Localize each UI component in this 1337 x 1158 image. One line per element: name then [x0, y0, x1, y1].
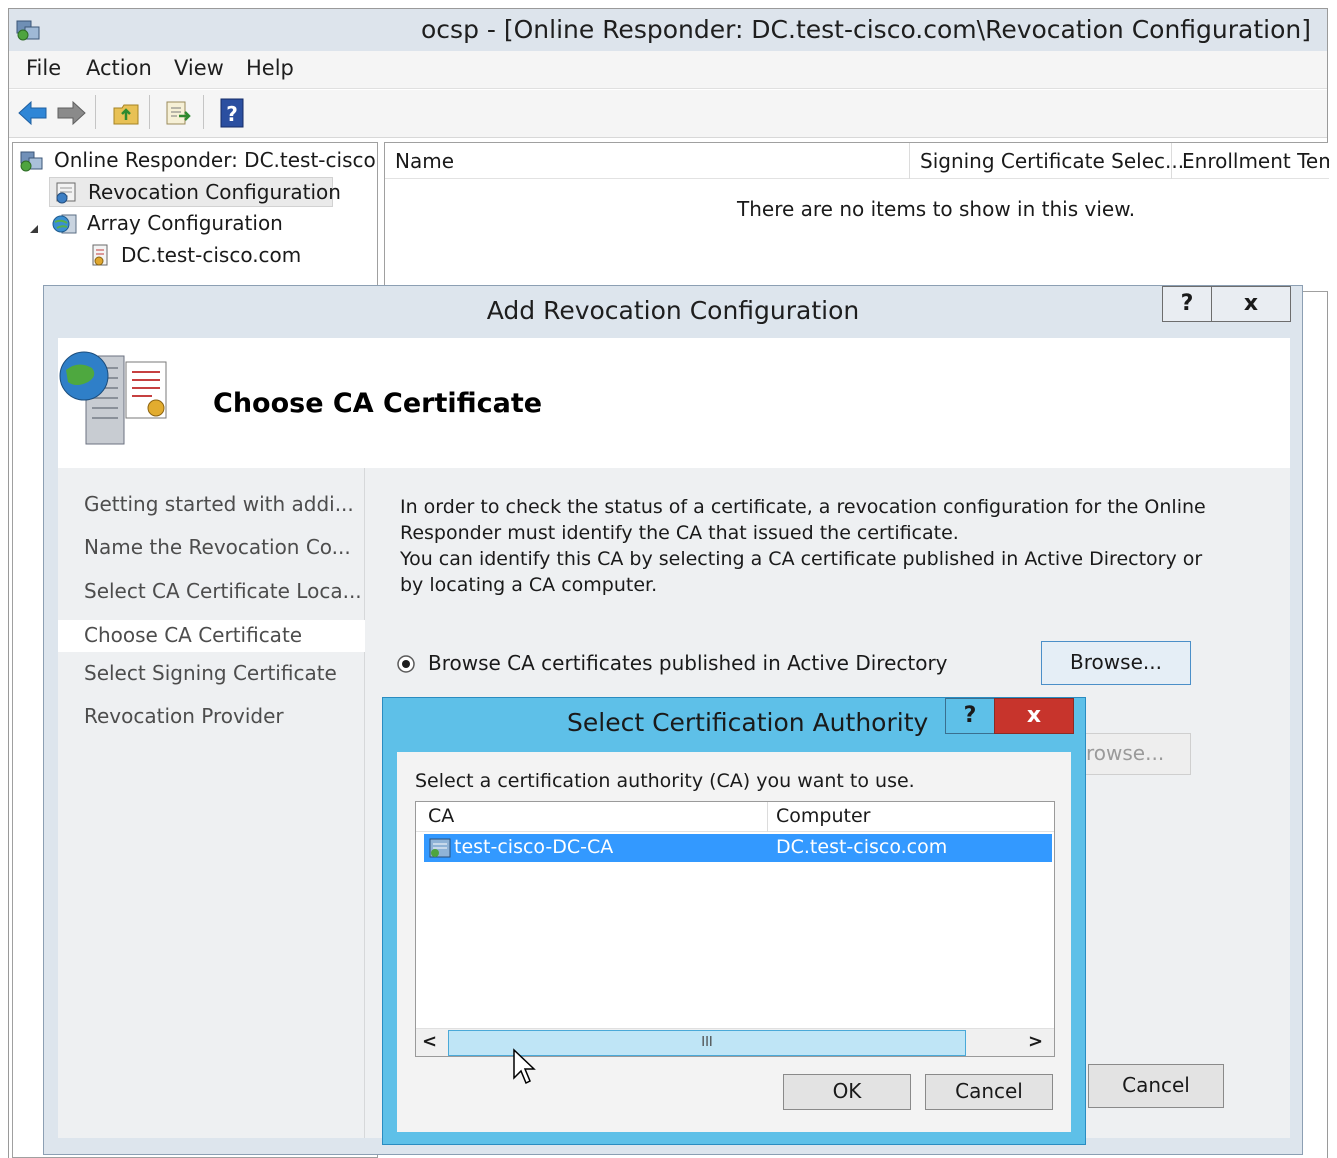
column-header-signing-certificate[interactable]: Signing Certificate Selec... [910, 143, 1184, 179]
server-cert-icon [89, 243, 113, 269]
browse-button[interactable]: Browse... [1041, 641, 1191, 685]
wizard-step-choose-ca-certificate[interactable]: Choose CA Certificate [84, 623, 302, 647]
menu-bar: File Action View Help [9, 51, 1327, 89]
dialog-title: Select Certification Authority [567, 708, 929, 737]
wizard-header: Choose CA Certificate [58, 338, 1290, 468]
tree-item-revocation-configuration[interactable]: Revocation Configuration [49, 177, 341, 207]
description-line: In order to check the status of a certif… [400, 496, 1206, 518]
wizard-step-getting-started[interactable]: Getting started with addi... [84, 492, 354, 516]
result-pane: Name Signing Certificate Selec... Enroll… [384, 142, 1329, 292]
ca-server-globe-icon [58, 338, 170, 450]
ca-list[interactable]: CA Computer test-cisco-DC-CA DC.test-cis… [415, 801, 1055, 1057]
ca-name: test-cisco-DC-CA [454, 836, 614, 858]
ok-button[interactable]: OK [783, 1074, 911, 1110]
forward-arrow-icon[interactable] [55, 99, 87, 127]
wizard-close-button[interactable]: x [1211, 286, 1291, 322]
wizard-step-revocation-provider[interactable]: Revocation Provider [84, 704, 284, 728]
window-title: ocsp - [Online Responder: DC.test-cisco.… [421, 15, 1311, 44]
wizard-page-title: Choose CA Certificate [213, 388, 543, 419]
toolbar-separator [203, 95, 204, 129]
column-header-enrollment-template[interactable]: Enrollment Tem [1172, 143, 1329, 179]
description-line: by locating a CA computer. [400, 574, 658, 596]
wizard-description: In order to check the status of a certif… [400, 494, 1270, 598]
online-responder-icon [19, 149, 45, 173]
description-line: You can identify this CA by selecting a … [400, 548, 1203, 570]
dialog-prompt: Select a certification authority (CA) yo… [415, 770, 915, 792]
revocation-config-icon [54, 180, 80, 204]
scroll-right-arrow[interactable]: > [1028, 1031, 1043, 1052]
menu-file[interactable]: File [26, 56, 61, 80]
help-icon[interactable]: ? [219, 97, 245, 129]
svg-text:?: ? [226, 102, 238, 126]
result-header: Name Signing Certificate Selec... Enroll… [385, 143, 1329, 179]
ca-list-header: CA Computer [416, 802, 1054, 832]
mmc-title-bar[interactable]: ocsp - [Online Responder: DC.test-cisco.… [9, 9, 1327, 51]
column-header-ca[interactable]: CA [416, 802, 768, 832]
dialog-help-button[interactable]: ? [945, 698, 995, 734]
wizard-step-name-configuration[interactable]: Name the Revocation Co... [84, 535, 351, 559]
wizard-title-bar[interactable]: Add Revocation Configuration ? x [44, 286, 1302, 338]
wizard-step-select-ca-location[interactable]: Select CA Certificate Loca... [84, 579, 362, 603]
mouse-pointer-icon [512, 1048, 536, 1086]
wizard-title: Add Revocation Configuration [486, 296, 860, 325]
toolbar-separator [149, 95, 150, 129]
select-certification-authority-dialog: Select Certification Authority ? x Selec… [382, 697, 1086, 1145]
menu-action[interactable]: Action [86, 56, 152, 80]
column-header-computer[interactable]: Computer [768, 802, 1054, 832]
mmc-app-icon [15, 17, 41, 43]
ca-computer: DC.test-cisco.com [776, 836, 948, 858]
up-folder-icon[interactable] [111, 98, 141, 128]
wizard-step-select-signing-certificate[interactable]: Select Signing Certificate [84, 661, 337, 685]
collapse-triangle-icon[interactable] [29, 219, 39, 233]
scroll-left-arrow[interactable]: < [422, 1031, 437, 1052]
tree-item-label: Revocation Configuration [88, 180, 341, 204]
toolbar: ? [9, 90, 1327, 138]
dialog-cancel-button[interactable]: Cancel [925, 1074, 1053, 1110]
wizard-cancel-button[interactable]: Cancel [1088, 1064, 1224, 1108]
menu-view[interactable]: View [174, 56, 224, 80]
tree-item-label: DC.test-cisco.com [121, 243, 302, 267]
dialog-close-button[interactable]: x [994, 698, 1074, 734]
wizard-help-button[interactable]: ? [1162, 286, 1212, 322]
export-list-icon[interactable] [163, 98, 193, 128]
ca-certificate-icon [428, 836, 452, 860]
array-globe-icon [51, 211, 79, 237]
empty-view-message: There are no items to show in this view. [737, 197, 1136, 221]
tree-item-dc-server[interactable]: DC.test-cisco.com [87, 241, 317, 271]
browse-ad-radio[interactable] [396, 654, 416, 674]
wizard-step-nav: Getting started with addi... Name the Re… [58, 468, 365, 1138]
column-header-name[interactable]: Name [385, 143, 910, 179]
browse-ad-radio-label[interactable]: Browse CA certificates published in Acti… [428, 651, 948, 675]
tree-root[interactable]: Online Responder: DC.test-cisco.com [54, 148, 376, 172]
tree-item-label: Array Configuration [87, 211, 283, 235]
back-arrow-icon[interactable] [17, 99, 49, 127]
description-line: Responder must identify the CA that issu… [400, 522, 959, 544]
ca-list-row[interactable]: test-cisco-DC-CA DC.test-cisco.com [424, 834, 1052, 862]
toolbar-separator [95, 95, 96, 129]
menu-help[interactable]: Help [246, 56, 294, 80]
tree-item-array-configuration[interactable]: Array Configuration [49, 209, 299, 239]
